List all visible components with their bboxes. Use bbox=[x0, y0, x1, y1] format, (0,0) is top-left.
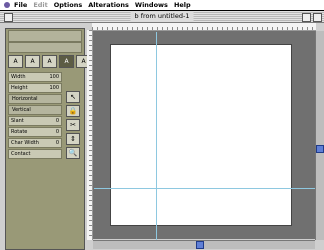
tool-panel: A A A A A Width 100 Height 100 Horizontal … bbox=[5, 28, 91, 250]
tool-row: A A A A A bbox=[8, 55, 91, 68]
scissors-icon[interactable]: ✂ bbox=[66, 119, 80, 131]
horizontal-scrollbar[interactable] bbox=[93, 240, 315, 249]
prop-vertical[interactable]: Vertical bbox=[8, 105, 62, 115]
prop-label: Width bbox=[11, 74, 26, 80]
tool-text-c[interactable]: A bbox=[42, 55, 57, 68]
prop-value[interactable]: 0 bbox=[56, 139, 59, 147]
title-bar[interactable]: b from untitled-1 bbox=[0, 11, 324, 23]
lock-icon[interactable]: 🔒 bbox=[66, 105, 80, 117]
close-box-icon[interactable] bbox=[4, 13, 13, 22]
menu-windows[interactable]: Windows bbox=[135, 0, 168, 10]
horizontal-scroll-thumb[interactable] bbox=[196, 241, 204, 249]
prop-label: Slant bbox=[11, 118, 24, 124]
prop-horizontal[interactable]: Horizontal bbox=[8, 94, 62, 104]
tool-text-d[interactable]: A bbox=[59, 55, 74, 68]
pointer-tool-icon[interactable]: ↖ bbox=[66, 91, 80, 103]
prop-contact[interactable]: Contact bbox=[8, 149, 62, 159]
menu-edit[interactable]: Edit bbox=[33, 0, 47, 10]
prop-value[interactable]: 100 bbox=[49, 73, 59, 81]
prop-width[interactable]: Width 100 bbox=[8, 72, 62, 82]
vertical-scrollbar[interactable] bbox=[315, 31, 324, 240]
prop-char-width[interactable]: Char Width 0 bbox=[8, 138, 62, 148]
menu-alterations[interactable]: Alterations bbox=[88, 0, 129, 10]
tool-text-b[interactable]: A bbox=[25, 55, 40, 68]
prop-label: Vertical bbox=[12, 107, 31, 113]
prop-label: Rotate bbox=[11, 129, 28, 135]
menu-bar: File Edit Options Alterations Windows He… bbox=[0, 0, 324, 11]
horizontal-ruler[interactable] bbox=[92, 23, 316, 31]
tool-text-a[interactable]: A bbox=[8, 55, 23, 68]
menu-file[interactable]: File bbox=[14, 0, 27, 10]
menu-options[interactable]: Options bbox=[54, 0, 82, 10]
window-title: b from untitled-1 bbox=[130, 11, 194, 22]
document-window: b from untitled-1 A A A A A Width 100 Hei… bbox=[0, 11, 324, 250]
prop-label: Horizontal bbox=[12, 96, 38, 102]
prop-label: Height bbox=[11, 85, 28, 91]
apple-menu-icon[interactable] bbox=[0, 0, 14, 10]
side-tools: ↖ 🔒 ✂ ⇕ 🔍 bbox=[66, 91, 80, 161]
resize-icon[interactable]: ⇕ bbox=[66, 133, 80, 145]
horizontal-guide[interactable] bbox=[94, 188, 316, 189]
collapse-box-icon[interactable] bbox=[313, 13, 322, 22]
vertical-scroll-thumb[interactable] bbox=[316, 145, 324, 153]
prop-slant[interactable]: Slant 0 bbox=[8, 116, 62, 126]
prop-rotate[interactable]: Rotate 0 bbox=[8, 127, 62, 137]
vertical-guide[interactable] bbox=[156, 32, 157, 240]
prop-label: Char Width bbox=[11, 140, 39, 146]
glyph-page[interactable] bbox=[94, 32, 316, 240]
panel-header bbox=[8, 30, 82, 42]
prop-value[interactable]: 100 bbox=[49, 84, 59, 92]
prop-label: Contact bbox=[11, 151, 31, 157]
menu-help[interactable]: Help bbox=[174, 0, 191, 10]
prop-value[interactable]: 0 bbox=[56, 117, 59, 125]
properties-list: Width 100 Height 100 Horizontal Vertical S… bbox=[8, 72, 62, 160]
prop-height[interactable]: Height 100 bbox=[8, 83, 62, 93]
zoom-magnifier-icon[interactable]: 🔍 bbox=[66, 147, 80, 159]
prop-value[interactable]: 0 bbox=[56, 128, 59, 136]
zoom-box-icon[interactable] bbox=[302, 13, 311, 22]
panel-subheader bbox=[8, 42, 82, 53]
